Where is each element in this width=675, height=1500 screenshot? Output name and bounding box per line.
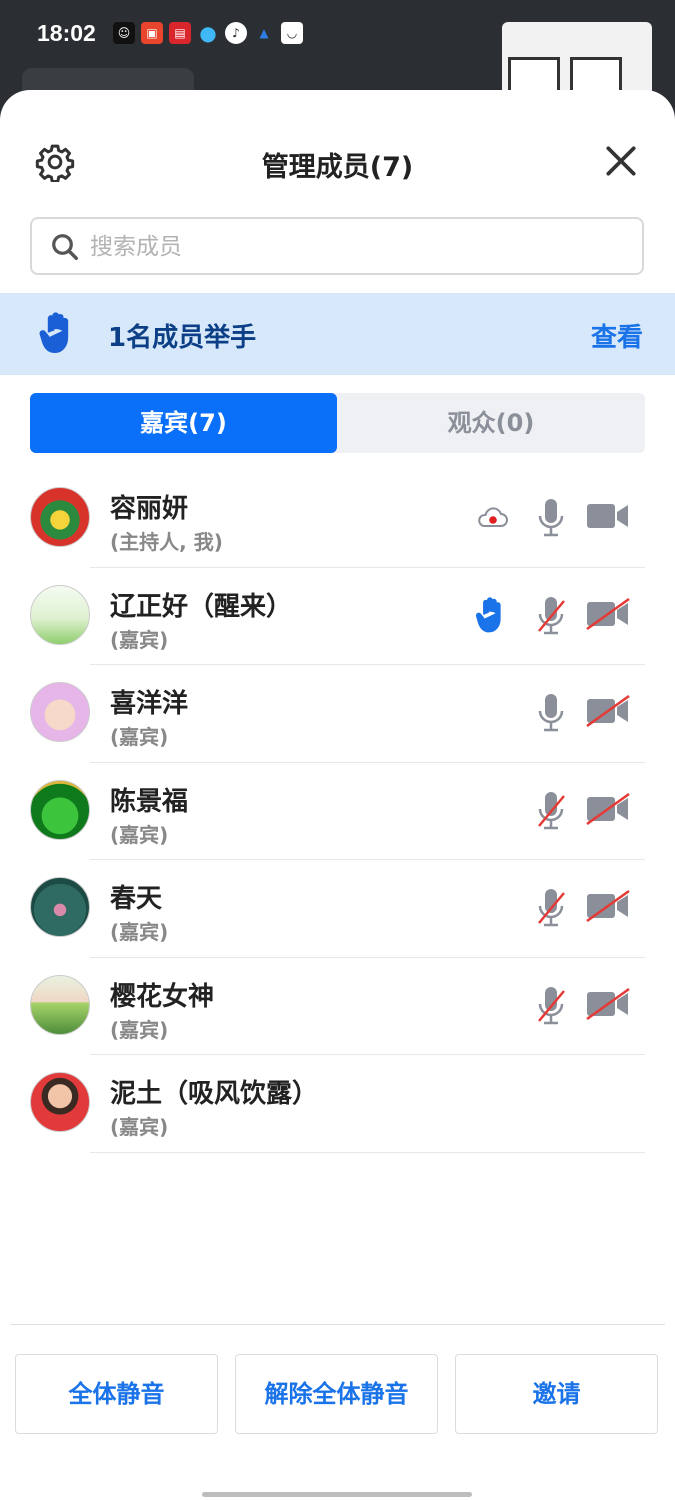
invite-button[interactable]: 邀请 xyxy=(455,1354,658,1434)
mute-all-button[interactable]: 全体静音 xyxy=(15,1354,218,1434)
member-row[interactable]: 喜洋洋 (嘉宾) xyxy=(0,665,675,763)
member-role: (嘉宾) xyxy=(110,1115,169,1139)
member-role: (嘉宾) xyxy=(110,1017,169,1042)
member-name: 泥土（吸风饮露） xyxy=(110,1079,319,1109)
member-name: 辽正好（醒来） xyxy=(110,591,293,622)
status-time: 18:02 xyxy=(37,20,96,46)
raise-hand-banner: 1名成员举手 查看 xyxy=(0,293,675,375)
row-divider xyxy=(90,1151,645,1153)
search-box[interactable] xyxy=(30,217,644,275)
camera-off-icon[interactable] xyxy=(585,987,631,1020)
raised-hand-icon xyxy=(475,596,501,632)
home-indicator[interactable] xyxy=(202,1492,472,1497)
close-icon[interactable] xyxy=(602,142,640,180)
search-icon xyxy=(52,234,78,260)
member-row[interactable]: 辽正好（醒来） (嘉宾) xyxy=(0,568,675,665)
app-notification-icon: ▲ xyxy=(259,26,269,40)
microphone-muted-icon[interactable] xyxy=(535,985,567,1027)
camera-off-icon[interactable] xyxy=(585,792,631,825)
cloud-recording-icon xyxy=(478,507,508,527)
member-name: 陈景福 xyxy=(110,786,189,817)
member-role: (嘉宾) xyxy=(110,627,169,652)
footer-divider xyxy=(10,1324,665,1325)
member-list: 容丽妍 (主持人, 我) 辽正好（醒来） (嘉宾) 喜洋洋 (嘉宾) 陈景福 (… xyxy=(0,470,675,1153)
member-name: 樱花女神 xyxy=(110,981,215,1012)
avatar xyxy=(30,779,90,840)
avatar xyxy=(30,487,90,547)
view-raised-hands-link[interactable]: 查看 xyxy=(591,317,643,354)
camera-off-icon[interactable] xyxy=(585,597,631,630)
member-row[interactable]: 春天 (嘉宾) xyxy=(0,860,675,958)
raised-hand-icon xyxy=(39,312,69,354)
manage-members-sheet: 管理成员(7) 1名成员举手 查看 嘉宾(7) 观众(0) 容丽妍 (主持人, … xyxy=(0,90,675,1500)
member-name: 容丽妍 xyxy=(110,494,189,524)
microphone-muted-icon[interactable] xyxy=(535,790,567,832)
notification-icons: ☺ ▣ ▤ ● ♪ ▲ ◡ xyxy=(113,21,303,45)
app-notification-icon: ☺ xyxy=(113,22,135,44)
app-notification-icon: ◡ xyxy=(281,22,303,44)
member-role: (嘉宾) xyxy=(110,920,169,944)
avatar xyxy=(30,877,90,937)
avatar xyxy=(30,974,90,1035)
member-tabs: 嘉宾(7) 观众(0) xyxy=(30,393,645,453)
member-name: 喜洋洋 xyxy=(110,689,189,719)
tab-audience[interactable]: 观众(0) xyxy=(337,393,645,453)
camera-off-icon[interactable] xyxy=(585,695,631,727)
microphone-icon[interactable] xyxy=(535,497,567,539)
status-bar: 18:02 ☺ ▣ ▤ ● ♪ ▲ ◡ xyxy=(0,0,675,112)
member-role: (嘉宾) xyxy=(110,822,169,847)
microphone-muted-icon[interactable] xyxy=(535,595,567,637)
music-icon: ♪ xyxy=(225,22,247,44)
microphone-muted-icon[interactable] xyxy=(535,887,567,929)
avatar xyxy=(30,1072,90,1132)
avatar xyxy=(30,682,90,742)
member-row[interactable]: 泥土（吸风饮露） (嘉宾) xyxy=(0,1055,675,1153)
member-row[interactable]: 容丽妍 (主持人, 我) xyxy=(0,470,675,568)
member-row[interactable]: 陈景福 (嘉宾) xyxy=(0,763,675,860)
camera-off-icon[interactable] xyxy=(585,890,631,922)
member-row[interactable]: 樱花女神 (嘉宾) xyxy=(0,958,675,1055)
microphone-icon[interactable] xyxy=(535,692,567,734)
page-title: 管理成员(7) xyxy=(261,152,414,183)
unmute-all-button[interactable]: 解除全体静音 xyxy=(235,1354,438,1434)
search-input[interactable] xyxy=(88,227,632,267)
app-notification-icon: ▣ xyxy=(141,22,163,44)
tab-guests[interactable]: 嘉宾(7) xyxy=(30,393,337,453)
app-notification-icon: ▤ xyxy=(169,22,191,44)
member-role: (嘉宾) xyxy=(110,725,169,749)
qq-icon: ● xyxy=(199,21,217,45)
camera-icon[interactable] xyxy=(585,500,631,532)
raise-hand-count: 1名成员举手 xyxy=(108,323,257,353)
member-name: 春天 xyxy=(110,884,163,914)
avatar xyxy=(30,584,90,645)
member-role: (主持人, 我) xyxy=(110,530,223,554)
